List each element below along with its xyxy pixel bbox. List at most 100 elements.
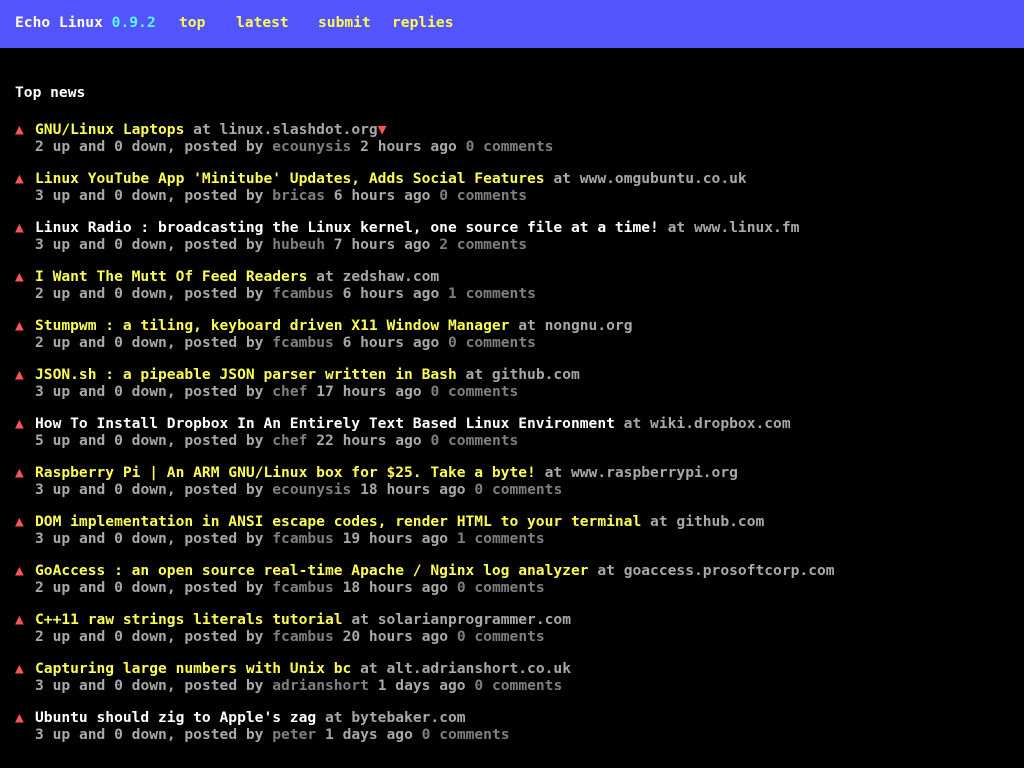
news-domain: solarianprogrammer.com	[377, 611, 571, 628]
upvote-icon[interactable]: ▲	[15, 562, 35, 579]
up-count: 3	[35, 726, 44, 743]
news-meta: 3 up and 0 down, posted by hubeuh 7 hour…	[35, 236, 528, 253]
up-count: 2	[35, 138, 44, 155]
news-item: ▲ Linux Radio : broadcasting the Linux ke…	[15, 219, 800, 253]
brand-version: 0.9.2	[111, 14, 156, 31]
news-user-link[interactable]: fcambus	[272, 628, 334, 645]
news-user-link[interactable]: chef	[272, 383, 307, 400]
news-title-link[interactable]: Stumpwm : a tiling, keyboard driven X11 …	[35, 317, 509, 334]
upvote-icon[interactable]: ▲	[15, 366, 35, 383]
news-meta: 5 up and 0 down, posted by chef 22 hours…	[35, 432, 519, 449]
news-comments-link[interactable]: 0 comments	[439, 187, 527, 204]
news-user-link[interactable]: fcambus	[272, 285, 334, 302]
up-count: 2	[35, 285, 44, 302]
upvote-icon[interactable]: ▲	[15, 170, 35, 187]
upvote-icon[interactable]: ▲	[15, 709, 35, 726]
news-comments-link[interactable]: 0 comments	[422, 726, 510, 743]
news-user-link[interactable]: peter	[272, 726, 316, 743]
up-count: 3	[35, 530, 44, 547]
news-title-link[interactable]: How To Install Dropbox In An Entirely Te…	[35, 415, 615, 432]
news-user-link[interactable]: hubeuh	[272, 236, 325, 253]
news-user-link[interactable]: fcambus	[272, 334, 334, 351]
down-count: 0	[114, 432, 123, 449]
news-title-link[interactable]: GoAccess : an open source real-time Apac…	[35, 562, 589, 579]
news-domain: alt.adrianshort.co.uk	[386, 660, 571, 677]
up-count: 3	[35, 677, 44, 694]
down-count: 0	[114, 285, 123, 302]
upvote-icon[interactable]: ▲	[15, 317, 35, 334]
news-title-link[interactable]: Linux Radio : broadcasting the Linux ker…	[35, 219, 659, 236]
nav-replies[interactable]: replies	[392, 14, 454, 31]
news-time: 22 hours ago	[316, 432, 422, 449]
news-domain: www.omgubuntu.co.uk	[579, 170, 747, 187]
news-item: ▲ GoAccess : an open source real-time Apa…	[15, 562, 835, 596]
down-count: 0	[114, 677, 123, 694]
news-meta: 2 up and 0 down, posted by fcambus 20 ho…	[35, 628, 545, 645]
news-title-link[interactable]: GNU/Linux Laptops	[35, 121, 184, 138]
news-comments-link[interactable]: 0 comments	[448, 334, 536, 351]
news-meta: 2 up and 0 down, posted by fcambus 6 hou…	[35, 285, 536, 302]
news-meta: 3 up and 0 down, posted by ecounysis 18 …	[35, 481, 563, 498]
news-domain: nongnu.org	[544, 317, 633, 334]
news-time: 20 hours ago	[342, 628, 449, 645]
news-user-link[interactable]: adrianshort	[272, 677, 369, 694]
news-title-link[interactable]: JSON.sh : a pipeable JSON parser written…	[35, 366, 457, 383]
upvote-icon[interactable]: ▲	[15, 121, 35, 138]
news-user-link[interactable]: bricas	[272, 187, 325, 204]
nav-top[interactable]: top	[179, 14, 205, 31]
news-comments-link[interactable]: 0 comments	[457, 579, 545, 596]
nav-submit[interactable]: submit	[318, 14, 371, 31]
news-time: 6 hours ago	[342, 285, 440, 302]
upvote-icon[interactable]: ▲	[15, 219, 35, 236]
news-domain: goaccess.prosoftcorp.com	[623, 562, 835, 579]
news-item: ▲ Raspberry Pi | An ARM GNU/Linux box for…	[15, 464, 738, 498]
section-title: Top news	[15, 84, 86, 101]
news-title-link[interactable]: Capturing large numbers with Unix bc	[35, 660, 351, 677]
news-title-link[interactable]: C++11 raw strings literals tutorial	[35, 611, 343, 628]
news-comments-link[interactable]: 2 comments	[439, 236, 527, 253]
news-item: ▲ Linux YouTube App 'Minitube' Updates, A…	[15, 170, 747, 204]
news-title-link[interactable]: I Want The Mutt Of Feed Readers	[35, 268, 307, 285]
news-domain: github.com	[676, 513, 765, 530]
down-count: 0	[114, 236, 123, 253]
news-item: ▲ How To Install Dropbox In An Entirely T…	[15, 415, 791, 449]
news-comments-link[interactable]: 1 comments	[448, 285, 536, 302]
news-comments-link[interactable]: 0 comments	[430, 432, 518, 449]
news-comments-link[interactable]: 0 comments	[457, 628, 545, 645]
nav-latest[interactable]: latest	[236, 14, 289, 31]
brand[interactable]: Echo Linux 0.9.2	[15, 14, 156, 31]
news-domain: www.linux.fm	[693, 219, 800, 236]
news-user-link[interactable]: chef	[272, 432, 307, 449]
news-item: ▲ Ubuntu should zig to Apple's zag at byt…	[15, 709, 510, 743]
upvote-icon[interactable]: ▲	[15, 611, 35, 628]
news-domain: bytebaker.com	[351, 709, 466, 726]
news-item: ▲ JSON.sh : a pipeable JSON parser writte…	[15, 366, 580, 400]
news-comments-link[interactable]: 0 comments	[474, 481, 562, 498]
down-count: 0	[114, 726, 123, 743]
up-count: 3	[35, 383, 44, 400]
news-comments-link[interactable]: 0 comments	[430, 383, 518, 400]
news-comments-link[interactable]: 0 comments	[474, 677, 562, 694]
news-user-link[interactable]: ecounysis	[272, 481, 351, 498]
downvote-icon[interactable]: ▼	[378, 121, 387, 138]
news-title-link[interactable]: DOM implementation in ANSI escape codes,…	[35, 513, 641, 530]
news-title-link[interactable]: Linux YouTube App 'Minitube' Updates, Ad…	[35, 170, 545, 187]
up-count: 5	[35, 432, 44, 449]
news-title-link[interactable]: Ubuntu should zig to Apple's zag	[35, 709, 316, 726]
news-user-link[interactable]: ecounysis	[272, 138, 351, 155]
up-count: 2	[35, 334, 44, 351]
upvote-icon[interactable]: ▲	[15, 268, 35, 285]
news-meta: 2 up and 0 down, posted by fcambus 6 hou…	[35, 334, 536, 351]
upvote-icon[interactable]: ▲	[15, 464, 35, 481]
upvote-icon[interactable]: ▲	[15, 415, 35, 432]
news-user-link[interactable]: fcambus	[272, 579, 334, 596]
news-comments-link[interactable]: 0 comments	[466, 138, 554, 155]
news-comments-link[interactable]: 1 comments	[457, 530, 545, 547]
news-user-link[interactable]: fcambus	[272, 530, 334, 547]
news-title-link[interactable]: Raspberry Pi | An ARM GNU/Linux box for …	[35, 464, 536, 481]
upvote-icon[interactable]: ▲	[15, 660, 35, 677]
news-time: 2 hours ago	[360, 138, 457, 155]
up-count: 2	[35, 628, 44, 645]
news-meta: 3 up and 0 down, posted by adrianshort 1…	[35, 677, 563, 694]
upvote-icon[interactable]: ▲	[15, 513, 35, 530]
